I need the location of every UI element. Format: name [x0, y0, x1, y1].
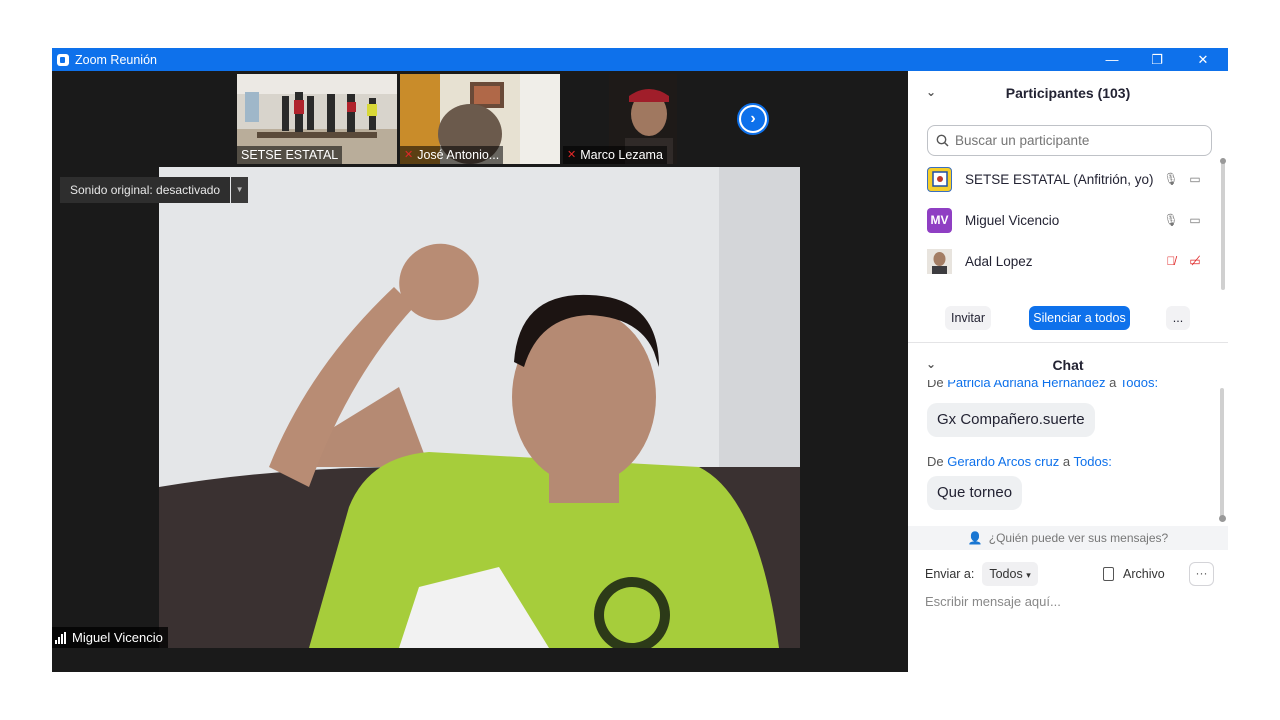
active-speaker-video — [159, 167, 800, 648]
file-button[interactable]: Archivo — [1103, 567, 1165, 581]
thumbnail-jose-antonio[interactable]: ✕ José Antonio... — [400, 74, 560, 164]
sender-link[interactable]: Gerardo Arcos cruz — [947, 454, 1059, 469]
minimize-button[interactable]: — — [1089, 48, 1135, 71]
participant-name: Adal Lopez — [965, 253, 1033, 269]
search-icon — [936, 134, 949, 147]
participants-header: ⌄ Participantes (103) — [908, 71, 1228, 115]
who-can-see-link[interactable]: 👤 ¿Quién puede ver sus mensajes? — [908, 526, 1228, 550]
thumbnail-name: SETSE ESTATAL — [241, 148, 339, 162]
participant-name: SETSE ESTATAL (Anfitrión, yo) — [965, 171, 1154, 187]
speaker-name: Miguel Vicencio — [72, 630, 163, 645]
thumbnail-label: ✕ José Antonio... — [400, 146, 504, 164]
setse-logo-avatar — [927, 166, 952, 192]
chat-scrollbar[interactable] — [1218, 388, 1226, 522]
speaker-name-tag: Miguel Vicencio — [52, 627, 168, 648]
participant-row[interactable]: Adal Lopez 🎙̸ ▭̸ — [927, 246, 1207, 276]
chat-message: Que torneo — [927, 476, 1023, 510]
participants-title: Participantes (103) — [1005, 85, 1131, 101]
message-meta: De Patricia Adriana Hernández a Todos: — [927, 380, 1158, 390]
chevron-down-icon: ▾ — [1026, 570, 1031, 580]
video-off-icon[interactable]: ▭̸ — [1183, 254, 1207, 268]
participants-scrollbar[interactable] — [1220, 158, 1226, 290]
video-camera-icon[interactable]: ▭ — [1183, 172, 1207, 186]
participant-search[interactable] — [927, 125, 1212, 156]
file-icon — [1103, 567, 1114, 581]
signal-strength-icon — [55, 631, 67, 644]
chat-message-input[interactable] — [925, 590, 1215, 612]
search-input[interactable] — [955, 133, 1195, 148]
thumbnail-name: Marco Lezama — [580, 148, 663, 162]
chevron-down-icon[interactable]: ⌄ — [926, 357, 936, 371]
side-panel: ⌄ Participantes (103) SETSE ESTATAL (Anf… — [908, 71, 1228, 672]
next-page-button[interactable]: › — [737, 103, 769, 135]
avatar: MV — [927, 207, 952, 233]
avatar-photo — [927, 248, 952, 274]
thumbnail-strip: SETSE ESTATAL ✕ José Antonio... ✕ Marco … — [52, 71, 908, 167]
close-button[interactable]: ✕ — [1180, 48, 1226, 71]
sender-link[interactable]: Patricia Adriana Hernández — [947, 380, 1105, 390]
thumbnail-label: SETSE ESTATAL — [237, 146, 343, 164]
mic-icon[interactable]: 🎙 — [1159, 172, 1183, 186]
thumbnail-setse-estatal[interactable]: SETSE ESTATAL — [237, 74, 397, 164]
participant-row[interactable]: SETSE ESTATAL (Anfitrión, yo) 🎙 ▭ — [927, 164, 1207, 194]
mic-muted-icon: ✕ — [567, 149, 577, 161]
send-to-row: Enviar a: Todos ▾ Archivo ··· — [925, 561, 1215, 587]
person-info-icon: 👤 — [967, 531, 983, 545]
caret-down-icon[interactable]: ▼ — [231, 177, 249, 203]
participant-row[interactable]: MV Miguel Vicencio 🎙 ▭ — [927, 205, 1207, 235]
send-to-label: Enviar a: — [925, 567, 975, 581]
mic-muted-icon[interactable]: 🎙̸ — [1159, 254, 1183, 268]
send-to-dropdown[interactable]: Todos ▾ — [982, 562, 1038, 586]
mic-icon[interactable]: 🎙 — [1159, 213, 1183, 227]
chat-message: Gx Compañero.suerte — [927, 403, 1095, 437]
zoom-window: Zoom Reunión — ❐ ✕ SETSE ESTATAL ✕ José … — [52, 48, 1228, 672]
thumbnail-marco-lezama[interactable]: ✕ Marco Lezama — [563, 74, 723, 164]
thumbnail-label: ✕ Marco Lezama — [563, 146, 667, 164]
mute-all-button[interactable]: Silenciar a todos — [1029, 306, 1130, 330]
video-camera-icon[interactable]: ▭ — [1183, 213, 1207, 227]
title-bar: Zoom Reunión — ❐ ✕ — [52, 48, 1228, 71]
mic-muted-icon: ✕ — [404, 149, 414, 161]
window-title: Zoom Reunión — [75, 52, 157, 67]
video-area: SETSE ESTATAL ✕ José Antonio... ✕ Marco … — [52, 71, 908, 672]
zoom-logo-icon — [57, 53, 69, 66]
message-meta: De Gerardo Arcos cruz a Todos: — [927, 454, 1112, 469]
restore-button[interactable]: ❐ — [1134, 48, 1180, 71]
chat-more-button[interactable]: ··· — [1189, 562, 1214, 586]
chevron-down-icon[interactable]: ⌄ — [926, 85, 936, 99]
original-sound-button[interactable]: Sonido original: desactivado ▼ — [60, 177, 249, 203]
invite-button[interactable]: Invitar — [945, 306, 991, 330]
speaker-video-frame — [159, 167, 800, 648]
participants-more-button[interactable]: ... — [1166, 306, 1190, 330]
original-sound-label: Sonido original: desactivado — [60, 177, 231, 203]
chevron-right-icon: › — [741, 107, 765, 131]
participant-name: Miguel Vicencio — [965, 212, 1060, 228]
chat-title: Chat — [1052, 357, 1084, 373]
thumbnail-name: José Antonio... — [417, 148, 500, 162]
recipient-link[interactable]: Todos: — [1120, 380, 1158, 390]
recipient-link[interactable]: Todos: — [1074, 454, 1112, 469]
